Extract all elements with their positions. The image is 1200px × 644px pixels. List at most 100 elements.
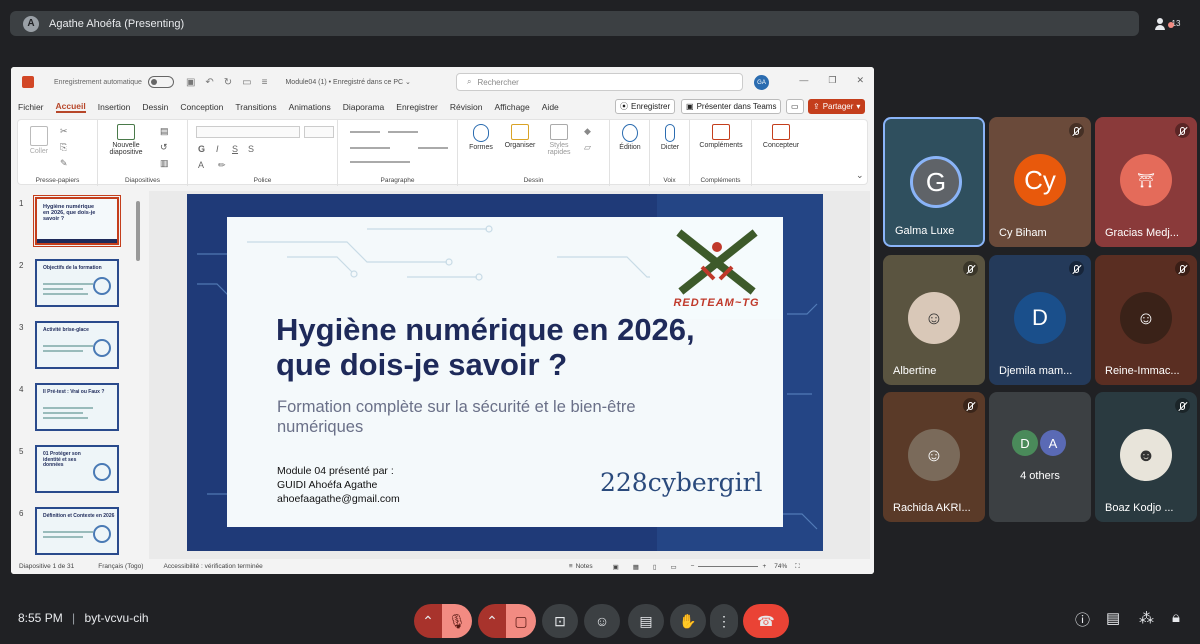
zoom-slider[interactable] [698, 566, 759, 567]
menu-accueil[interactable]: Accueil [55, 101, 86, 113]
section-icon[interactable]: ▥ [160, 158, 169, 169]
italic-icon[interactable]: I [216, 144, 219, 154]
zoom-level[interactable]: 74% [774, 563, 787, 570]
cut-icon[interactable]: ✂ [60, 126, 68, 137]
slide-sorter-icon[interactable]: ▦ [633, 563, 639, 571]
file-name[interactable]: Module04 (1) • Enregistré dans ce PC ⌄ [285, 78, 410, 86]
microphone-toggle-button[interactable]: 🎙︎ [442, 604, 472, 638]
menu-affichage[interactable]: Affichage [494, 102, 529, 112]
thumbnail-3[interactable]: 3 Activité brise-glace [11, 321, 136, 373]
more-options-button[interactable]: ⋮ [710, 604, 738, 638]
meeting-code[interactable]: byt-vcvu-cih [85, 611, 149, 625]
restore-icon[interactable]: ❐ [828, 75, 836, 86]
participants-button[interactable]: 13 [1145, 11, 1190, 36]
record-button[interactable]: ⦿ Enregistrer [615, 99, 676, 114]
participant-tile-galma-luxe[interactable]: G Galma Luxe [883, 117, 985, 247]
paste-button[interactable]: Coller [24, 126, 54, 155]
participant-tile-reine[interactable]: ☺ Reine-Immac... [1095, 255, 1197, 385]
menu-fichier[interactable]: Fichier [18, 102, 44, 112]
thumbnail-4[interactable]: 4 Il Pré-test : Vrai ou Faux ? [11, 383, 136, 435]
copy-icon[interactable]: ⎘ [60, 142, 67, 153]
audio-options-button[interactable]: ⌃ [414, 604, 442, 638]
meeting-details-icon[interactable]: ⓘ [1075, 609, 1090, 630]
video-options-button[interactable]: ⌃ [478, 604, 506, 638]
layout-icon[interactable]: ▤ [160, 126, 169, 137]
menu-diaporama[interactable]: Diaporama [343, 102, 385, 112]
reading-view-icon[interactable]: ▯ [653, 563, 657, 571]
host-controls-icon[interactable]: 🔒︎ [1172, 609, 1180, 626]
participant-tile-others[interactable]: D A 4 others [989, 392, 1091, 522]
shape-outline-icon[interactable]: ▱ [584, 142, 591, 153]
underline-icon[interactable]: S [232, 144, 238, 154]
menu-transitions[interactable]: Transitions [235, 102, 276, 112]
raise-hand-button[interactable]: ✋ [670, 604, 706, 638]
designer-button[interactable]: Concepteur [754, 124, 808, 149]
leave-call-button[interactable]: ☎ [743, 604, 789, 638]
language-indicator[interactable]: Français (Togo) [98, 563, 143, 570]
present-screen-button[interactable]: ⊡ [542, 604, 578, 638]
share-button[interactable]: ⇪ Partager ▾ [808, 99, 866, 114]
align-left-icon[interactable] [350, 147, 390, 149]
customize-qat-icon[interactable]: ≡ [262, 77, 268, 88]
zoom-in-icon[interactable]: + [762, 563, 766, 570]
thumbnail-6[interactable]: 6 Définition et Contexte en 2026 [11, 507, 136, 559]
bold-icon[interactable]: G [198, 144, 205, 154]
camera-toggle-button[interactable]: ▢ [506, 604, 536, 638]
line-spacing-icon[interactable] [350, 161, 410, 163]
text-direction-icon[interactable] [418, 147, 448, 149]
thumbnails-scrollbar[interactable] [136, 201, 140, 261]
font-size-select[interactable] [304, 126, 334, 138]
collapse-ribbon-icon[interactable]: ⌄ [856, 170, 864, 181]
thumbnail-5[interactable]: 5 01 Protéger son identité et ses donnée… [11, 445, 136, 497]
format-painter-icon[interactable]: ✎ [60, 158, 68, 169]
participant-tile-rachida[interactable]: ☺ Rachida AKRI... [883, 392, 985, 522]
undo-icon[interactable]: ↶ [205, 77, 213, 88]
minimize-icon[interactable]: — [799, 75, 808, 86]
menu-aide[interactable]: Aide [542, 102, 559, 112]
comments-button[interactable]: ▭ [786, 99, 804, 114]
bullets-icon[interactable] [350, 131, 380, 133]
start-slideshow-icon[interactable]: ▭ [242, 77, 251, 88]
menu-animations[interactable]: Animations [289, 102, 331, 112]
shape-fill-icon[interactable]: ◆ [584, 126, 591, 137]
editing-button[interactable]: Édition [612, 124, 648, 151]
participant-tile-boaz[interactable]: ☻ Boaz Kodjo ... [1095, 392, 1197, 522]
strikethrough-icon[interactable]: S [248, 144, 254, 154]
chat-icon[interactable]: ▤ [1106, 609, 1120, 627]
shapes-button[interactable]: Formes [464, 124, 498, 151]
menu-enregistrer[interactable]: Enregistrer [396, 102, 438, 112]
redo-icon[interactable]: ↻ [224, 77, 232, 88]
quick-styles-button[interactable]: Styles rapides [542, 124, 576, 156]
notes-button[interactable]: Notes [576, 563, 593, 570]
menu-conception[interactable]: Conception [180, 102, 223, 112]
captions-button[interactable]: ▤ [628, 604, 664, 638]
fit-slide-icon[interactable]: ⛶ [795, 563, 800, 571]
save-icon[interactable]: ▣ [186, 77, 195, 88]
slideshow-icon[interactable]: ▭ [670, 563, 676, 571]
participant-tile-albertine[interactable]: ☺ Albertine [883, 255, 985, 385]
addins-button[interactable]: Compléments [692, 124, 750, 149]
participant-tile-gracias[interactable]: ⛩ Gracias Medj... [1095, 117, 1197, 247]
present-in-teams-button[interactable]: ▣ Présenter dans Teams [681, 99, 782, 114]
dictate-button[interactable]: Dicter [652, 124, 688, 151]
numbering-icon[interactable] [388, 131, 418, 133]
menu-revision[interactable]: Révision [450, 102, 483, 112]
activities-icon[interactable]: ⁂ [1139, 609, 1154, 627]
participant-tile-cy-biham[interactable]: Cy Cy Biham [989, 117, 1091, 247]
highlight-icon[interactable]: ✏ [218, 160, 226, 171]
normal-view-icon[interactable]: ▣ [613, 563, 619, 571]
menu-dessin[interactable]: Dessin [142, 102, 168, 112]
user-avatar[interactable]: GA [754, 75, 769, 90]
menu-insertion[interactable]: Insertion [98, 102, 131, 112]
arrange-button[interactable]: Organiser [500, 124, 540, 149]
new-slide-button[interactable]: Nouvelle diapositive [104, 124, 148, 156]
close-icon[interactable]: ✕ [856, 75, 864, 86]
thumbnail-2[interactable]: 2 Objectifs de la formation [11, 259, 136, 311]
reset-icon[interactable]: ↺ [160, 142, 168, 153]
ppt-search-input[interactable]: ⌕ Rechercher [456, 73, 743, 91]
font-family-select[interactable] [196, 126, 300, 138]
font-color-icon[interactable]: A [198, 160, 204, 170]
accessibility-status[interactable]: Accessibilité : vérification terminée [163, 563, 262, 570]
participant-tile-djemila[interactable]: D Djemila mam... [989, 255, 1091, 385]
autosave-toggle[interactable] [147, 76, 174, 88]
